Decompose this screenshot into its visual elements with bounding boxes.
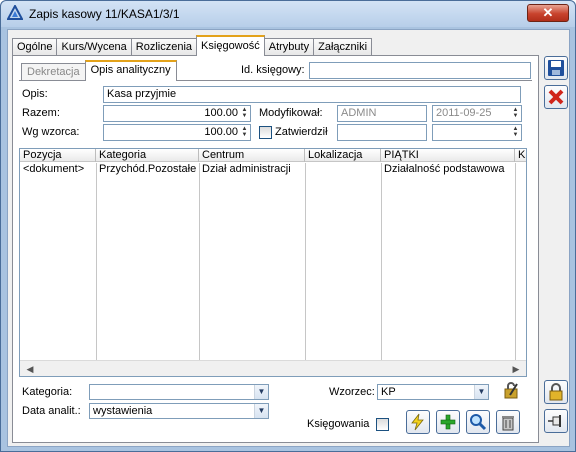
column-header-pozycja[interactable]: Pozycja [20, 149, 96, 162]
cell-piatki: Działalność podstawowa [384, 163, 505, 175]
cell-kategoria: Przychód.Pozostałe [99, 163, 197, 175]
id-ksiegowy-field[interactable] [309, 62, 531, 79]
column-header-centrum[interactable]: Centrum [199, 149, 305, 162]
unlock-pencil-button[interactable] [499, 378, 523, 402]
save-icon [548, 60, 564, 76]
zatwierdzil-date-field[interactable]: ▲ ▼ [432, 124, 522, 141]
data-analit-value: wystawienia [93, 405, 153, 417]
main-tabs: Ogólne Kurs/Wycena Rozliczenia Księgowoś… [12, 35, 373, 56]
razem-label: Razem: [22, 107, 60, 119]
sub-tabs: Dekretacja Opis analityczny [21, 60, 177, 81]
wzorzec-select[interactable]: KP ▼ [377, 384, 489, 400]
wzorzec-value: KP [381, 386, 396, 398]
subtab-dekretacja[interactable]: Dekretacja [21, 63, 86, 81]
app-logo-icon [7, 5, 23, 20]
modyfikowal-date-field: 2011-09-25 ▲ ▼ [432, 105, 522, 122]
tab-rozliczenia[interactable]: Rozliczenia [130, 38, 198, 56]
kategoria-select[interactable]: ▼ [89, 384, 269, 400]
spinner-icon[interactable]: ▲ ▼ [240, 107, 249, 120]
spinner-icon[interactable]: ▲ ▼ [240, 126, 249, 139]
tab-panel: Dekretacja Opis analityczny Id. księgowy… [12, 55, 539, 443]
cell-lokalizacja [305, 163, 381, 176]
search-button[interactable] [466, 410, 490, 434]
razem-value: 100.00 [204, 107, 238, 119]
wg-wzorca-field[interactable]: 100.00 ▲ ▼ [103, 124, 251, 141]
cell-centrum: Dział administracji [202, 163, 291, 175]
column-header-kategoria[interactable]: Kategoria [96, 149, 199, 162]
plus-icon [440, 414, 456, 430]
data-analit-select[interactable]: wystawienia ▼ [89, 403, 269, 419]
window: Zapis kasowy 11/KASA1/3/1 ✕ Ogólne Kurs/… [0, 0, 576, 452]
tab-ogolne[interactable]: Ogólne [12, 38, 58, 56]
window-title: Zapis kasowy 11/KASA1/3/1 [29, 7, 180, 21]
tab-kurs-wycena[interactable]: Kurs/Wycena [56, 38, 132, 56]
close-button[interactable]: ✕ [527, 4, 569, 22]
pin-icon [548, 415, 561, 427]
spinner-icon[interactable]: ▲ ▼ [511, 126, 520, 139]
scroll-left-icon[interactable]: ◀ [22, 362, 38, 376]
modyfikowal-label: Modyfikował: [259, 107, 323, 119]
wg-wzorca-value: 100.00 [204, 126, 238, 138]
column-header-lokalizacja[interactable]: Lokalizacja [305, 149, 381, 162]
lock-edit-icon [504, 382, 518, 399]
horizontal-scrollbar[interactable]: ◀ ▶ [20, 360, 526, 376]
pin-button[interactable] [544, 409, 568, 433]
save-button[interactable] [544, 56, 568, 80]
generate-button[interactable] [406, 410, 430, 434]
trash-icon [502, 416, 514, 431]
column-header-k[interactable]: K [515, 149, 526, 162]
delete-button[interactable] [496, 410, 520, 434]
tab-atrybuty[interactable]: Atrybuty [263, 38, 315, 56]
column-header-piatki[interactable]: PIĄTKI [381, 149, 515, 162]
lock-icon [549, 383, 563, 401]
chevron-down-icon[interactable]: ▼ [254, 385, 268, 399]
data-analit-label: Data analit.: [22, 405, 81, 417]
scroll-right-icon[interactable]: ▶ [508, 362, 524, 376]
analysis-grid[interactable]: Pozycja Kategoria Centrum Lokalizacja PI… [19, 148, 527, 377]
subtab-opis-analityczny[interactable]: Opis analityczny [84, 60, 177, 81]
zatwierdzil-checkbox[interactable] [259, 126, 272, 139]
zatwierdzil-label: Zatwierdził [275, 126, 328, 138]
title-bar[interactable]: Zapis kasowy 11/KASA1/3/1 ✕ [1, 1, 575, 27]
tab-zalaczniki[interactable]: Załączniki [313, 38, 373, 56]
chevron-down-icon[interactable]: ▼ [474, 385, 488, 399]
ksiegowania-label: Księgowania [307, 418, 370, 430]
spinner-icon: ▲ ▼ [512, 107, 519, 119]
tab-ksiegowosc[interactable]: Księgowość [196, 35, 265, 56]
wg-wzorca-label: Wg wzorca: [22, 126, 80, 138]
close-icon [548, 89, 564, 105]
modyfikowal-field: ADMIN [337, 105, 427, 122]
wzorzec-label: Wzorzec: [329, 386, 375, 398]
lock-button[interactable] [544, 380, 568, 404]
cancel-button[interactable] [544, 85, 568, 109]
ksiegowania-checkbox[interactable] [376, 418, 389, 431]
modyfikowal-date: 2011-09-25 [436, 107, 492, 119]
kategoria-label: Kategoria: [22, 386, 73, 398]
lightning-icon [411, 413, 424, 431]
razem-field[interactable]: 100.00 ▲ ▼ [103, 105, 251, 122]
grid-header: Pozycja Kategoria Centrum Lokalizacja PI… [20, 149, 526, 162]
add-button[interactable] [436, 410, 460, 434]
search-icon [470, 414, 487, 431]
id-ksiegowy-label: Id. księgowy: [241, 64, 305, 76]
opis-field[interactable]: Kasa przyjmie [103, 86, 521, 103]
chevron-down-icon[interactable]: ▼ [254, 404, 268, 418]
cell-pozycja: <dokument> [23, 163, 85, 175]
zatwierdzil-field[interactable] [337, 124, 427, 141]
client-area: Ogólne Kurs/Wycena Rozliczenia Księgowoś… [7, 29, 570, 447]
opis-label: Opis: [22, 88, 48, 100]
